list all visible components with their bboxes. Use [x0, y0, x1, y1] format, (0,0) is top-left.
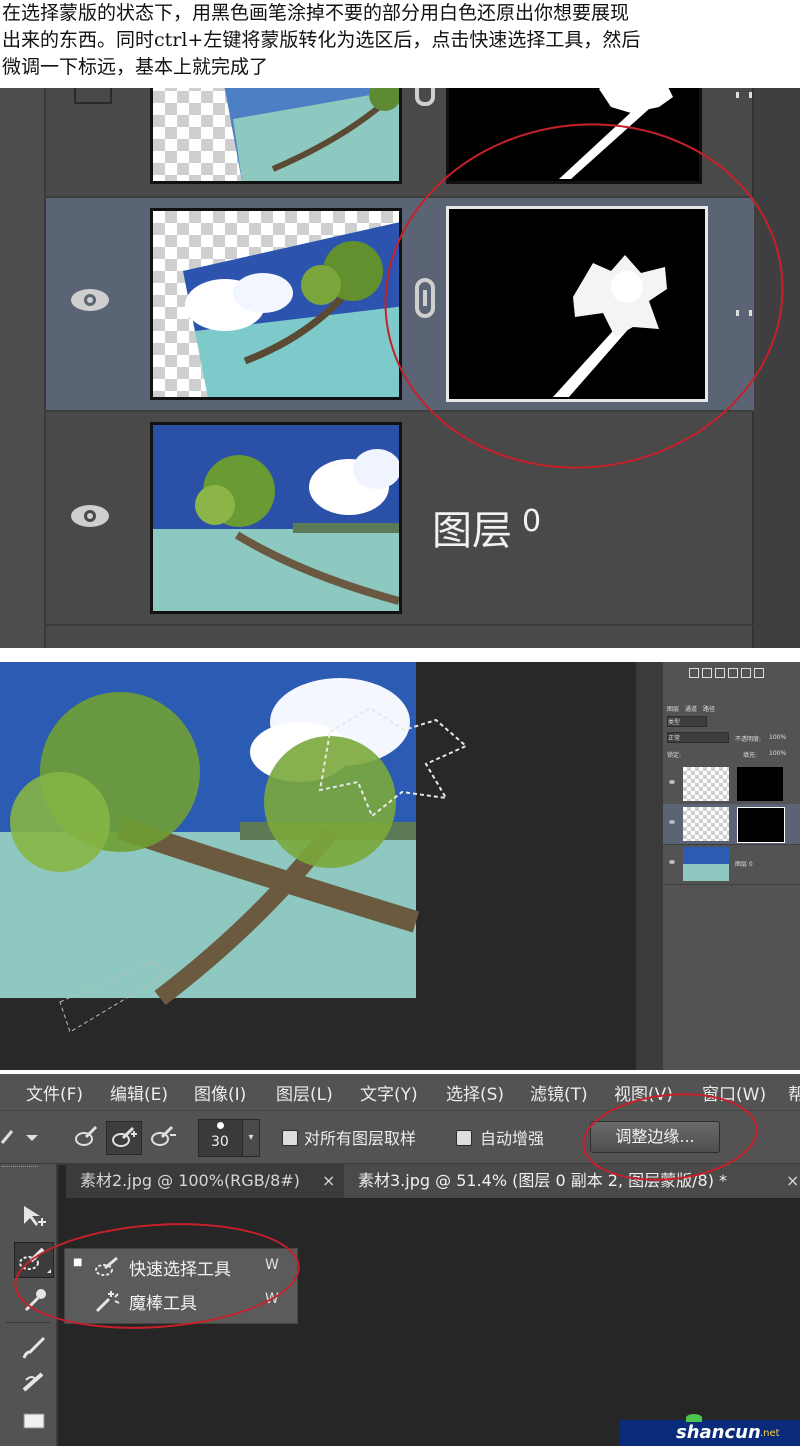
auto-enhance-label: 自动增强 [480, 1129, 545, 1148]
instruction-line-2: 出来的东西。同时ctrl+左键将蒙版转化为选区后，点击快速选择工具，然后 [2, 29, 641, 51]
menu-select[interactable]: 选择(S) [446, 1080, 504, 1105]
blend-mode-value: 正常 [668, 735, 681, 742]
adjustment-icon[interactable] [754, 668, 764, 678]
layer-mask-thumbnail[interactable] [737, 767, 783, 801]
palm-photo-thumb [224, 88, 399, 181]
instruction-text: 在选择蒙版的状态下，用黑色画笔涂掉不要的部分用白色还原出你想要展现 出来的东西。… [2, 0, 798, 86]
canvas-view: 图层 通道 路径 类型 正常 不透明度: 100% 锁定: 填充: 100% 图… [0, 662, 800, 1070]
filter-label: 类型 [668, 719, 681, 726]
tool-preset-icon[interactable] [0, 1125, 40, 1149]
tab-close-icon[interactable]: × [786, 1164, 799, 1198]
tab-document-1[interactable]: 素材2.jpg @ 100%(RGB/8#) [66, 1164, 336, 1198]
layer-thumbnail[interactable] [150, 88, 402, 184]
eye-icon[interactable] [669, 820, 675, 824]
layer-thumbnail[interactable] [150, 422, 402, 614]
adjustment-icon[interactable] [689, 668, 699, 678]
leaf-icon [686, 1414, 702, 1422]
sample-all-layers-checkbox[interactable] [282, 1130, 298, 1146]
tool-divider [6, 1322, 50, 1323]
panel-grip [2, 1166, 38, 1171]
lock-label: 锁定: [667, 752, 682, 759]
palm-photo-thumb [153, 425, 399, 611]
brush-size-picker[interactable]: 30 [198, 1119, 244, 1157]
layer-number: 0 [522, 504, 542, 539]
tab-paths[interactable]: 路径 [703, 704, 715, 714]
instruction-line-3: 微调一下标远，基本上就完成了 [2, 56, 269, 78]
mini-layer-row[interactable] [663, 764, 800, 805]
layer-thumbnail[interactable] [683, 767, 729, 801]
brush-dropdown-arrow[interactable]: ▾ [242, 1119, 260, 1157]
menu-filter[interactable]: 滤镜(T) [530, 1080, 588, 1105]
fill-label: 填充: [743, 752, 758, 759]
brush-tool-icon[interactable] [20, 1334, 48, 1362]
opacity-label: 不透明度: [735, 736, 762, 743]
adjustment-icon[interactable] [702, 668, 712, 678]
link-chain-icon[interactable] [414, 88, 436, 126]
mask-handle [736, 92, 752, 98]
mini-layer-row-selected[interactable] [663, 804, 800, 845]
visibility-rail [0, 88, 46, 648]
adjustment-icon[interactable] [728, 668, 738, 678]
auto-enhance-checkbox[interactable] [456, 1130, 472, 1146]
tab-layers[interactable]: 图层 [667, 704, 679, 714]
mini-layers-panel: 图层 通道 路径 类型 正常 不透明度: 100% 锁定: 填充: 100% 图… [660, 662, 800, 1070]
eye-icon[interactable] [70, 504, 110, 528]
fill-value[interactable]: 100% [769, 750, 786, 757]
eye-icon[interactable] [669, 780, 675, 784]
move-tool-icon[interactable] [20, 1202, 48, 1230]
canvas-image[interactable] [0, 662, 660, 1070]
instruction-line-1: 在选择蒙版的状态下，用黑色画笔涂掉不要的部分用白色还原出你想要展现 [2, 2, 630, 24]
layer-name[interactable]: 图层 [432, 498, 512, 556]
layer-thumbnail[interactable] [683, 847, 729, 881]
adjustment-icon[interactable] [715, 668, 725, 678]
photoshop-ui: 文件(F) 编辑(E) 图像(I) 图层(L) 文字(Y) 选择(S) 滤镜(T… [0, 1074, 800, 1446]
menu-help[interactable]: 帮 [788, 1080, 800, 1105]
menu-edit[interactable]: 编辑(E) [110, 1080, 168, 1105]
brush-tip-icon [217, 1122, 224, 1129]
layer-mask-thumbnail[interactable] [737, 807, 785, 843]
add-selection-brush-icon [112, 1126, 137, 1147]
menu-type[interactable]: 文字(Y) [360, 1080, 418, 1105]
watermark-suffix: .net [760, 1428, 780, 1439]
eye-icon[interactable] [70, 288, 110, 312]
adjustment-icon[interactable] [741, 668, 751, 678]
subtract-selection-brush-icon[interactable] [150, 1125, 178, 1149]
mini-layer-row[interactable]: 图层 0 [663, 844, 800, 885]
palm-photo-thumb [183, 222, 399, 397]
opacity-value[interactable]: 100% [769, 734, 786, 741]
tab-channels[interactable]: 通道 [685, 704, 697, 714]
layer-thumbnail[interactable] [150, 208, 402, 400]
add-to-selection-button[interactable] [106, 1121, 142, 1155]
layers-panel-zoom: 图层 0 [0, 88, 800, 648]
tab-document-2[interactable]: 素材3.jpg @ 51.4% (图层 0 副本 2, 图层蒙版/8) * [344, 1164, 800, 1198]
filter-dropdown[interactable]: 类型 [667, 716, 707, 727]
brush-size-value: 30 [211, 1134, 229, 1150]
layer-thumbnail[interactable] [683, 807, 729, 841]
watermark-logo: shancun .net [620, 1414, 800, 1446]
menu-layer[interactable]: 图层(L) [276, 1080, 333, 1105]
mini-tabs: 图层 通道 路径 [667, 704, 715, 714]
clone-stamp-icon[interactable] [20, 1368, 48, 1396]
layer-name[interactable]: 图层 0 [735, 859, 753, 868]
adjustment-icons [689, 668, 789, 692]
menu-image[interactable]: 图像(I) [194, 1080, 246, 1105]
watermark-text: shancun [676, 1422, 761, 1443]
eraser-tool-icon[interactable] [20, 1406, 48, 1434]
tab-close-icon[interactable]: × [322, 1164, 335, 1198]
blend-mode-dropdown[interactable]: 正常 [667, 732, 729, 743]
visibility-box[interactable] [74, 88, 112, 104]
sample-all-layers-label: 对所有图层取样 [304, 1129, 417, 1148]
menu-file[interactable]: 文件(F) [26, 1080, 83, 1105]
canvas-scrollbar[interactable] [636, 662, 660, 1070]
new-selection-brush-icon[interactable] [74, 1125, 98, 1149]
tab-title: 素材2.jpg @ 100%(RGB/8#) [80, 1171, 300, 1190]
eye-icon[interactable] [669, 860, 675, 864]
